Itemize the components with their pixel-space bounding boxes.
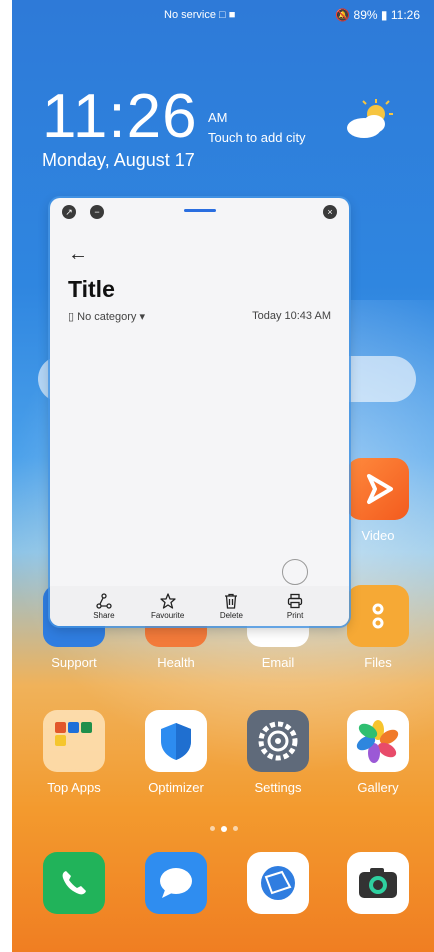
video-icon: ■ — [228, 9, 236, 21]
video-label: Video — [361, 528, 395, 543]
app-settings[interactable]: Settings — [230, 710, 326, 795]
dock-messages[interactable] — [128, 852, 224, 922]
caret-down-icon: ▾ — [139, 311, 146, 323]
mute-icon: 🔕 — [335, 8, 351, 22]
video-app-icon — [347, 458, 409, 520]
add-city-hint[interactable]: Touch to add city — [208, 130, 306, 145]
back-arrow-icon[interactable]: ← — [68, 243, 88, 266]
notebook-icon: ▯ — [68, 311, 75, 323]
close-icon[interactable]: × — [323, 205, 337, 219]
note-title[interactable]: Title — [68, 276, 115, 303]
app-gallery[interactable]: Gallery — [330, 710, 426, 795]
system-status: 🔕 89% ▮ 11:26 — [335, 8, 420, 22]
folder-icon — [43, 710, 105, 772]
share-label: Share — [93, 610, 115, 620]
gear-icon — [247, 710, 309, 772]
dock-phone[interactable] — [26, 852, 122, 922]
page-dot — [210, 826, 215, 831]
note-toolbar: Share Favourite Delete Print — [50, 586, 349, 626]
page-dot-active — [221, 826, 227, 832]
favourite-button[interactable]: Favourite — [143, 586, 193, 626]
date-label: Monday, August 17 — [42, 150, 195, 170]
share-icon — [96, 592, 112, 609]
dock-browser[interactable] — [230, 852, 326, 922]
floating-notes-window[interactable]: ↗ − × ← Title ▯ No category ▾ Today 10:4… — [50, 198, 349, 626]
carrier-label: No service — [164, 9, 216, 21]
category-dropdown[interactable]: ▯ No category ▾ — [68, 311, 145, 323]
clock-time[interactable]: 11:26 — [42, 86, 198, 148]
delete-label: Delete — [219, 610, 243, 620]
drag-handle[interactable] — [184, 209, 216, 212]
email-label: Email — [261, 655, 295, 670]
optimizer-label: Optimizer — [148, 780, 204, 795]
print-label: Print — [286, 610, 304, 620]
phone-icon — [43, 852, 105, 914]
page-dot — [233, 826, 238, 831]
delete-button[interactable]: Delete — [206, 586, 256, 626]
star-icon — [159, 592, 176, 609]
messages-icon — [145, 852, 207, 914]
home-screen: No service □ ■ 🔕 89% ▮ 11:26 11:26 AM To… — [12, 0, 434, 952]
printer-icon — [287, 593, 303, 608]
health-label: Health — [157, 655, 195, 670]
battery-percent: 89% — [353, 8, 378, 22]
shield-icon — [145, 710, 207, 772]
top-apps-label: Top Apps — [47, 780, 101, 795]
print-button[interactable]: Print — [270, 586, 320, 626]
status-bar: No service □ ■ 🔕 89% ▮ 11:26 — [12, 0, 434, 30]
carrier-status: No service □ ■ — [164, 9, 235, 21]
pinwheel-icon — [347, 710, 409, 772]
window-title-bar[interactable]: ↗ − × — [50, 198, 349, 226]
support-label: Support — [51, 655, 97, 670]
app-optimizer[interactable]: Optimizer — [128, 710, 224, 795]
camera-icon — [347, 852, 409, 914]
weather-icon[interactable] — [342, 98, 398, 147]
floating-action-circle[interactable] — [282, 559, 308, 585]
share-button[interactable]: Share — [79, 586, 129, 626]
gallery-label: Gallery — [357, 780, 399, 795]
minimize-icon[interactable]: − — [90, 205, 104, 219]
trash-icon — [225, 593, 238, 609]
page-indicator — [210, 826, 238, 832]
battery-icon: ▮ — [380, 8, 388, 22]
browser-icon — [247, 852, 309, 914]
settings-label: Settings — [254, 780, 302, 795]
favourite-label: Favourite — [150, 610, 185, 620]
app-top-apps-folder[interactable]: Top Apps — [26, 710, 122, 795]
files-icon — [347, 585, 409, 647]
files-label: Files — [364, 655, 392, 670]
note-timestamp: Today 10:43 AM — [252, 310, 331, 322]
clock-ampm: AM — [208, 110, 228, 125]
sim-icon: □ — [219, 9, 226, 21]
category-label: No category — [77, 311, 137, 323]
expand-icon[interactable]: ↗ — [62, 205, 76, 219]
dock-camera[interactable] — [330, 852, 426, 922]
note-meta: ▯ No category ▾ Today 10:43 AM — [68, 310, 331, 323]
status-time: 11:26 — [390, 8, 420, 22]
